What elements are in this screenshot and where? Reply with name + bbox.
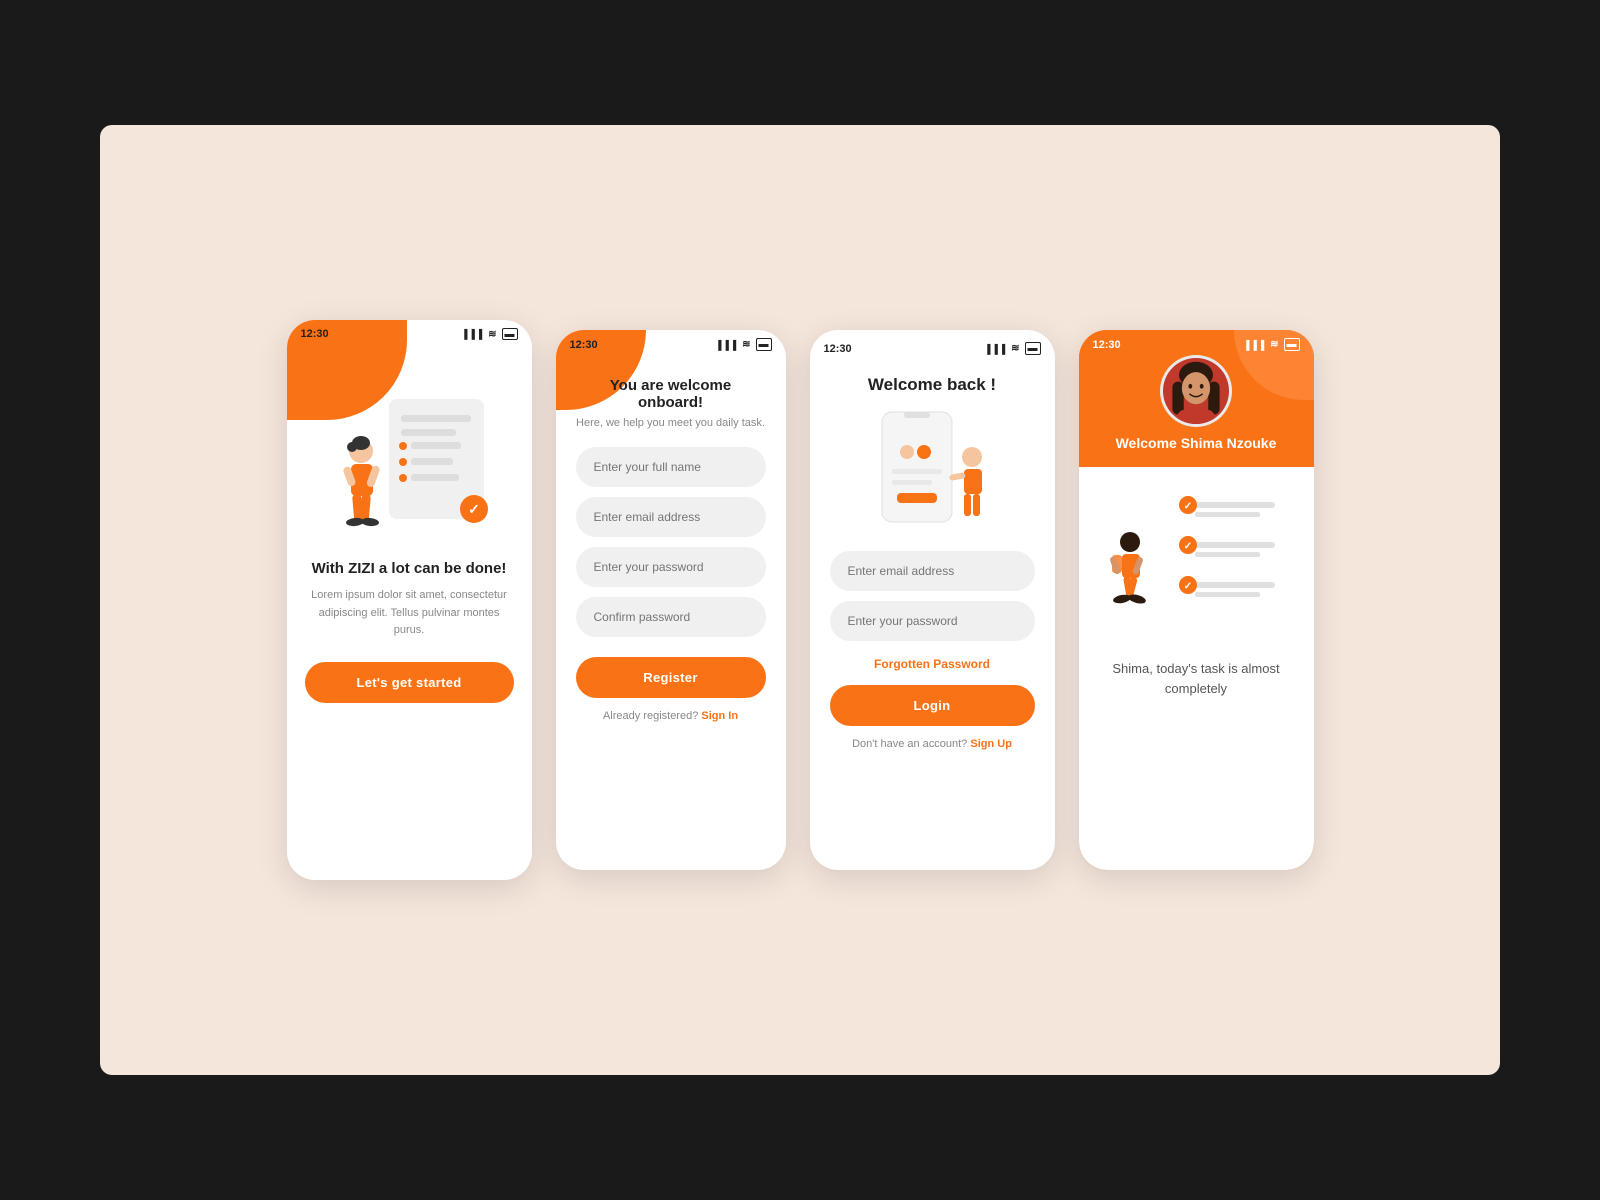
phone-register: 12:30 ▐▐▐ ≋ ▬ You are welcome onboard! H…	[556, 330, 786, 870]
confirm-password-input[interactable]	[576, 597, 766, 637]
sign-up-link[interactable]: Sign Up	[970, 738, 1012, 750]
phone4-content: ✓ ✓ ✓	[1079, 467, 1314, 870]
login-button[interactable]: Login	[830, 685, 1035, 726]
sign-in-link[interactable]: Sign In	[701, 710, 738, 722]
task-description-text: Shima, today's task is almost completely	[1095, 659, 1298, 698]
status-icons-3: ▐▐▐ ≋ ▬	[984, 342, 1041, 355]
status-icons-1: ▐▐▐ ≋ ▬	[461, 328, 518, 340]
phone3-content: Welcome back !	[810, 359, 1055, 870]
register-button[interactable]: Register	[576, 657, 766, 698]
signal-icon-4: ▐▐▐	[1243, 340, 1265, 350]
phone2-content: You are welcome onboard! Here, we help y…	[556, 363, 786, 870]
status-bar-2: 12:30 ▐▐▐ ≋ ▬	[556, 330, 786, 355]
status-bar-3: 12:30 ▐▐▐ ≋ ▬	[810, 330, 1055, 359]
svg-text:✓: ✓	[1183, 501, 1191, 512]
user-avatar	[1160, 355, 1232, 427]
already-registered-text: Already registered? Sign In	[603, 710, 738, 722]
register-subtitle: Here, we help you meet you daily task.	[576, 417, 765, 429]
status-time-4: 12:30	[1093, 339, 1121, 351]
illustration-area: ✓	[305, 374, 514, 544]
status-icons-4: ▐▐▐ ≋ ▬	[1243, 338, 1300, 351]
password-input[interactable]	[576, 547, 766, 587]
battery-icon-2: ▬	[756, 338, 772, 351]
login-illustration	[852, 407, 1012, 537]
login-password-input[interactable]	[830, 601, 1035, 641]
svg-text:✓: ✓	[468, 501, 480, 517]
app-showcase-container: 12:30 ▐▐▐ ≋ ▬	[100, 125, 1500, 1075]
get-started-button[interactable]: Let's get started	[305, 662, 514, 703]
user-avatar-container: Welcome Shima Nzouke	[1079, 355, 1314, 467]
status-icons-2: ▐▐▐ ≋ ▬	[715, 338, 772, 351]
battery-icon-3: ▬	[1025, 342, 1041, 355]
login-svg	[852, 407, 1012, 537]
battery-icon: ▬	[502, 328, 518, 340]
battery-icon-4: ▬	[1284, 338, 1300, 351]
phone-welcome-user: 12:30 ▐▐▐ ≋ ▬	[1079, 330, 1314, 870]
status-time-2: 12:30	[570, 339, 598, 351]
onboarding-illustration: ✓	[319, 379, 499, 539]
task-svg: ✓ ✓ ✓	[1095, 487, 1305, 647]
signal-icon-3: ▐▐▐	[984, 344, 1006, 354]
status-bar-1: 12:30 ▐▐▐ ≋ ▬	[287, 320, 532, 344]
task-illustration: ✓ ✓ ✓	[1095, 487, 1298, 647]
status-time-3: 12:30	[824, 343, 852, 355]
login-title: Welcome back !	[868, 375, 996, 395]
wifi-icon-2: ≋	[742, 339, 750, 350]
login-email-input[interactable]	[830, 551, 1035, 591]
onboarding-description: Lorem ipsum dolor sit amet, consectetur …	[305, 587, 514, 640]
svg-text:✓: ✓	[1183, 581, 1191, 592]
register-title: You are welcome onboard!	[576, 377, 766, 411]
forgotten-password-link[interactable]: Forgotten Password	[874, 657, 990, 671]
avatar-portrait	[1163, 356, 1229, 426]
wifi-icon: ≋	[488, 329, 496, 340]
no-account-text: Don't have an account? Sign Up	[852, 738, 1012, 750]
fullname-input[interactable]	[576, 447, 766, 487]
signal-icon-2: ▐▐▐	[715, 340, 737, 350]
phone1-content: ✓	[287, 354, 532, 880]
wifi-icon-3: ≋	[1011, 343, 1019, 354]
phone-onboarding: 12:30 ▐▐▐ ≋ ▬	[287, 320, 532, 880]
svg-text:✓: ✓	[1183, 541, 1191, 552]
onboarding-title: With ZIZI a lot can be done!	[312, 560, 507, 577]
welcome-user-name: Welcome Shima Nzouke	[1116, 435, 1277, 451]
signal-icon: ▐▐▐	[461, 329, 483, 339]
wifi-icon-4: ≋	[1270, 339, 1278, 350]
email-input[interactable]	[576, 497, 766, 537]
status-time-1: 12:30	[301, 328, 329, 340]
phone-login: 12:30 ▐▐▐ ≋ ▬ Welcome back !	[810, 330, 1055, 870]
status-bar-4: 12:30 ▐▐▐ ≋ ▬	[1079, 330, 1314, 355]
